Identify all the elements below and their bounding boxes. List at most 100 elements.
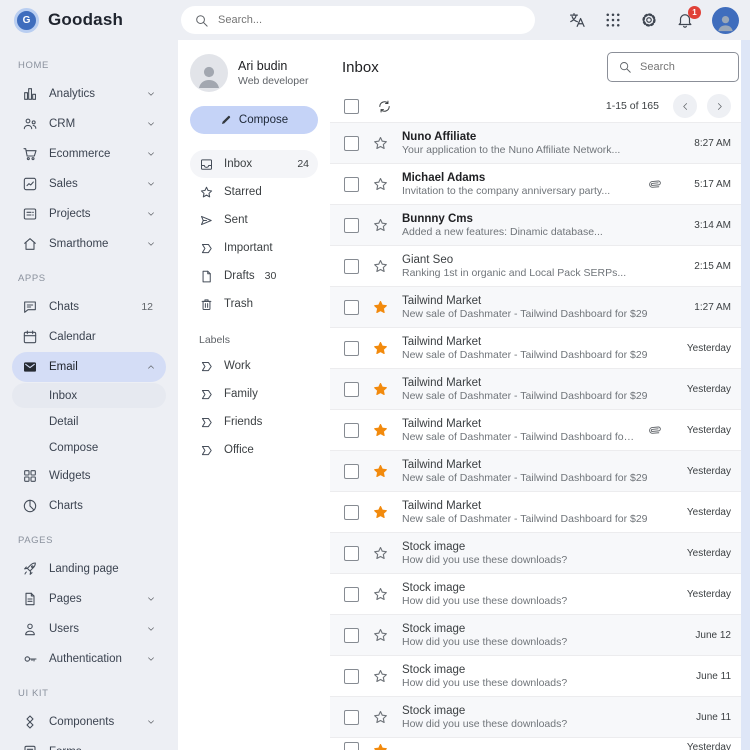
email-text: Stock image How did you use these downloa… <box>402 622 662 649</box>
star-icon <box>372 463 389 480</box>
email-checkbox[interactable] <box>344 381 359 397</box>
email-row[interactable]: Michael Adams Invitation to the company a… <box>330 163 741 204</box>
folder-sent[interactable]: Sent <box>190 206 318 234</box>
translate-icon[interactable] <box>568 11 586 29</box>
brand[interactable]: G Goodash <box>14 0 123 40</box>
nav-item-authentication[interactable]: Authentication <box>12 644 166 674</box>
email-row[interactable]: Tailwind Market New sale of Dashmater - T… <box>330 327 741 368</box>
email-row[interactable]: Giant Seo Ranking 1st in organic and Loca… <box>330 245 741 286</box>
nav-item-pages[interactable]: Pages <box>12 584 166 614</box>
email-checkbox[interactable] <box>344 135 359 151</box>
star-icon <box>372 176 389 193</box>
email-row[interactable]: Tailwind Market New sale of Dashmater - T… <box>330 286 741 327</box>
email-checkbox[interactable] <box>344 422 359 438</box>
email-row[interactable]: Tailwind Market New sale of Dashmater - T… <box>330 409 741 450</box>
smarthome-icon <box>22 236 38 252</box>
inbox-search[interactable] <box>607 52 739 82</box>
user-avatar[interactable] <box>712 6 739 34</box>
email-row[interactable]: Tailwind Market New sale of Dashmater - T… <box>330 450 741 491</box>
nav-item-sales[interactable]: Sales <box>12 169 166 199</box>
settings-gear-icon[interactable] <box>640 11 658 29</box>
email-row[interactable]: Stock image How did you use these downloa… <box>330 614 741 655</box>
nav-subitem-detail[interactable]: Detail <box>12 409 166 434</box>
nav-item-smarthome[interactable]: Smarthome <box>12 229 166 259</box>
folder-inbox[interactable]: Inbox 24 <box>190 150 318 178</box>
star-toggle[interactable] <box>372 381 389 398</box>
star-toggle[interactable] <box>372 504 389 521</box>
nav-item-email[interactable]: Email <box>12 352 166 382</box>
notifications-bell[interactable]: 1 <box>676 6 701 29</box>
compose-button[interactable]: Compose <box>190 106 318 134</box>
inbox-search-input[interactable] <box>640 61 728 73</box>
email-row[interactable]: Tailwind Market New sale of Dashmater - T… <box>330 491 741 532</box>
star-toggle[interactable] <box>372 463 389 480</box>
folder-drafts[interactable]: Drafts 30 <box>190 262 318 290</box>
star-toggle[interactable] <box>372 340 389 357</box>
nav-item-calendar[interactable]: Calendar <box>12 322 166 352</box>
nav-item-projects[interactable]: Projects <box>12 199 166 229</box>
global-search[interactable] <box>181 6 535 34</box>
email-checkbox[interactable] <box>344 709 359 725</box>
email-checkbox[interactable] <box>344 299 359 315</box>
email-row[interactable]: Stock image How did you use these downloa… <box>330 573 741 614</box>
nav-item-landing-page[interactable]: Landing page <box>12 554 166 584</box>
star-toggle[interactable] <box>372 545 389 562</box>
star-toggle[interactable] <box>372 586 389 603</box>
email-checkbox[interactable] <box>344 742 359 750</box>
next-page-button[interactable] <box>707 94 731 118</box>
email-checkbox[interactable] <box>344 586 359 602</box>
email-checkbox[interactable] <box>344 217 359 233</box>
nav-item-crm[interactable]: CRM <box>12 109 166 139</box>
star-toggle[interactable] <box>372 742 389 750</box>
nav-subitem-inbox[interactable]: Inbox <box>12 383 166 408</box>
email-checkbox[interactable] <box>344 504 359 520</box>
folder-important[interactable]: Important <box>190 234 318 262</box>
email-row[interactable]: Stock image How did you use these downloa… <box>330 532 741 573</box>
email-row[interactable]: Stock image How did you use these downloa… <box>330 655 741 696</box>
email-checkbox[interactable] <box>344 545 359 561</box>
folder-starred[interactable]: Starred <box>190 178 318 206</box>
email-row[interactable]: Yesterday <box>330 737 741 750</box>
label-work[interactable]: Work <box>190 352 318 380</box>
star-toggle[interactable] <box>372 217 389 234</box>
nav-item-users[interactable]: Users <box>12 614 166 644</box>
nav-item-chats[interactable]: Chats 12 <box>12 292 166 322</box>
nav-item-widgets[interactable]: Widgets <box>12 461 166 491</box>
star-toggle[interactable] <box>372 258 389 275</box>
email-row[interactable]: Bunnny Cms Added a new features: Dinamic … <box>330 204 741 245</box>
chevdown-icon <box>146 209 156 219</box>
star-toggle[interactable] <box>372 176 389 193</box>
scrollbar[interactable] <box>741 40 750 750</box>
star-toggle[interactable] <box>372 709 389 726</box>
select-all-checkbox[interactable] <box>344 98 359 114</box>
apps-grid-icon[interactable] <box>604 11 622 29</box>
star-toggle[interactable] <box>372 668 389 685</box>
refresh-icon[interactable] <box>377 99 392 114</box>
prev-page-button[interactable] <box>673 94 697 118</box>
nav-item-charts[interactable]: Charts <box>12 491 166 521</box>
nav-item-forms[interactable]: Forms <box>12 737 166 750</box>
email-checkbox[interactable] <box>344 627 359 643</box>
nav-subitem-compose[interactable]: Compose <box>12 435 166 460</box>
label-friends[interactable]: Friends <box>190 408 318 436</box>
nav-item-ecommerce[interactable]: Ecommerce <box>12 139 166 169</box>
email-checkbox[interactable] <box>344 258 359 274</box>
email-time: Yesterday <box>686 742 731 750</box>
folder-trash[interactable]: Trash <box>190 290 318 318</box>
label-family[interactable]: Family <box>190 380 318 408</box>
global-search-input[interactable] <box>218 14 522 26</box>
email-checkbox[interactable] <box>344 668 359 684</box>
label-office[interactable]: Office <box>190 436 318 464</box>
star-toggle[interactable] <box>372 627 389 644</box>
email-checkbox[interactable] <box>344 176 359 192</box>
email-row[interactable]: Nuno Affiliate Your application to the Nu… <box>330 122 741 163</box>
email-row[interactable]: Stock image How did you use these downloa… <box>330 696 741 737</box>
star-toggle[interactable] <box>372 135 389 152</box>
star-toggle[interactable] <box>372 422 389 439</box>
nav-item-analytics[interactable]: Analytics <box>12 79 166 109</box>
email-checkbox[interactable] <box>344 463 359 479</box>
star-toggle[interactable] <box>372 299 389 316</box>
nav-item-components[interactable]: Components <box>12 707 166 737</box>
email-checkbox[interactable] <box>344 340 359 356</box>
email-row[interactable]: Tailwind Market New sale of Dashmater - T… <box>330 368 741 409</box>
